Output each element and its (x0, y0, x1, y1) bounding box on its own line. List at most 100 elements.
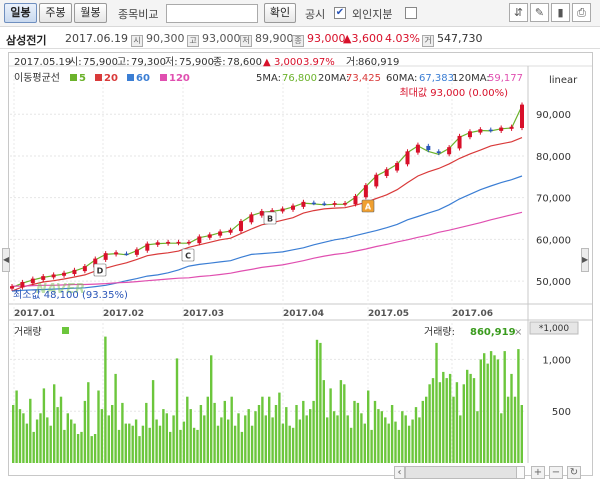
volume-bar (363, 423, 366, 463)
volume-bar (295, 405, 298, 463)
candle-body (145, 243, 150, 251)
volume-bar (25, 423, 29, 463)
scroll-thumb[interactable] (405, 466, 517, 479)
volume-bar (503, 351, 506, 463)
x-tick-label: 2017.04 (283, 309, 324, 319)
volume-bar (336, 415, 339, 463)
candle-body (291, 205, 296, 210)
header-field: 78,600 (227, 57, 262, 68)
volume-bar (59, 396, 63, 463)
zoom-out-icon[interactable]: − (549, 466, 563, 479)
volume-bar (462, 384, 465, 463)
header-field: 2017.05.19 (14, 57, 71, 68)
volume-bar (428, 384, 431, 463)
volume-bar (247, 409, 250, 463)
volume-bar (349, 427, 353, 463)
volume-bar (83, 400, 87, 463)
volume-bar (172, 415, 175, 463)
volume-unit: *1,000 (539, 324, 570, 334)
header-field: 79,300 (131, 57, 166, 68)
refresh-icon[interactable]: ↻ (567, 466, 581, 479)
volume-bar (459, 415, 462, 463)
volume-bar (479, 359, 482, 463)
volume-bar (56, 407, 59, 463)
volume-bar (329, 388, 332, 463)
volume-bar (141, 425, 145, 463)
volume-bar (438, 382, 442, 463)
volume-bar (401, 411, 404, 463)
candle-body (41, 276, 46, 280)
legend-label-20: 20 (104, 73, 118, 84)
candle-body (155, 242, 160, 245)
candle-body (520, 104, 524, 128)
candle-body (30, 278, 35, 284)
volume-bar (134, 419, 138, 463)
candle-body (20, 281, 25, 288)
volume-bar (100, 409, 104, 463)
min-price-annotation: 최소값 48,100 (93.35%) (13, 289, 128, 301)
zoom-in-icon[interactable]: + (531, 466, 545, 479)
volume-bar (223, 400, 226, 463)
chart-area[interactable]: 50,00060,00070,00080,00090,0002017.01 201… (0, 0, 600, 484)
volume-bar (63, 429, 66, 463)
volume-bar (278, 392, 281, 463)
volume-tick-label: 1,000 (542, 355, 571, 366)
volume-bar (377, 409, 380, 463)
candle-body (124, 253, 129, 256)
ma-value: 67,383 (419, 73, 454, 84)
volume-bar (332, 411, 336, 463)
candle-body (395, 163, 400, 171)
volume-bar (466, 369, 469, 463)
volume-value: 860,919 (470, 327, 516, 338)
scroll-left-icon[interactable]: ‹ (394, 466, 405, 479)
volume-bar (414, 407, 418, 463)
header-field: 75,900 (179, 57, 214, 68)
volume-bar (506, 396, 510, 463)
volume-bar (192, 427, 196, 463)
volume-bar (353, 400, 356, 463)
volume-bar (291, 427, 295, 463)
volume-bar (448, 373, 452, 463)
volume-panel (12, 336, 523, 464)
volume-bar (107, 415, 110, 463)
volume-bar (367, 390, 370, 463)
volume-bar (390, 405, 394, 463)
volume-bar (452, 396, 455, 463)
volume-bar (189, 409, 192, 463)
right-expand-icon[interactable]: ▶ (581, 248, 589, 272)
candle-body (467, 131, 472, 138)
candle-body (10, 286, 14, 289)
volume-bar (66, 413, 69, 463)
volume-bar (281, 423, 285, 463)
volume-bar (32, 431, 35, 463)
legend-swatch-5 (70, 74, 77, 81)
volume-bar (343, 384, 346, 463)
volume-value-label: 거래량: (424, 326, 455, 338)
volume-bar (411, 419, 414, 463)
volume-bar (442, 371, 445, 463)
left-collapse-icon[interactable]: ◀ (2, 248, 10, 272)
candle-body (134, 249, 139, 255)
candle-body (62, 272, 67, 276)
candle-body (186, 241, 191, 244)
header-field: 거: (346, 56, 359, 68)
candle-body (228, 229, 233, 233)
event-marker-label: C (185, 252, 191, 261)
volume-bar (80, 431, 83, 463)
header-field: ▲ (263, 57, 271, 68)
volume-bar (216, 425, 220, 463)
volume-bar (254, 411, 257, 463)
candle-body (280, 208, 285, 212)
header-field: 고: (117, 57, 130, 68)
volume-bar (196, 429, 199, 463)
volume-bar (483, 353, 486, 463)
volume-bar (513, 396, 517, 463)
event-marker-label: A (365, 203, 372, 212)
volume-bar (315, 339, 319, 464)
volume-bar (240, 431, 244, 463)
volume-bar (104, 336, 107, 463)
candle-body (249, 214, 254, 223)
volume-bar (18, 409, 22, 463)
volume-bar (29, 398, 32, 463)
volume-bar (322, 380, 325, 463)
